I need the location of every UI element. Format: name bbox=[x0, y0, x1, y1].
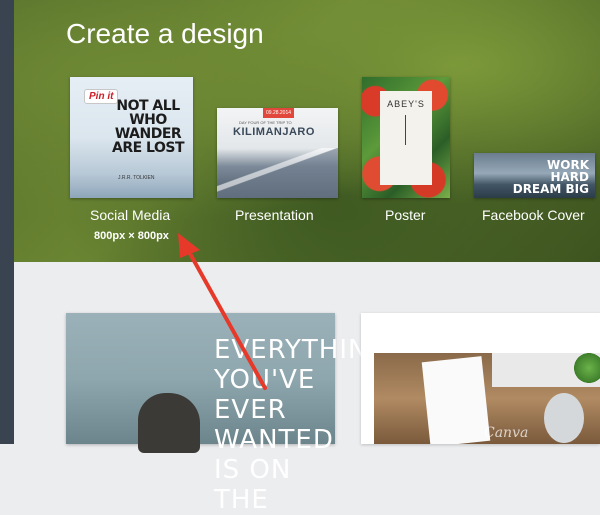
arrow-shaft bbox=[186, 248, 267, 390]
annotation-arrow bbox=[178, 233, 267, 390]
arrow-head bbox=[178, 233, 200, 258]
